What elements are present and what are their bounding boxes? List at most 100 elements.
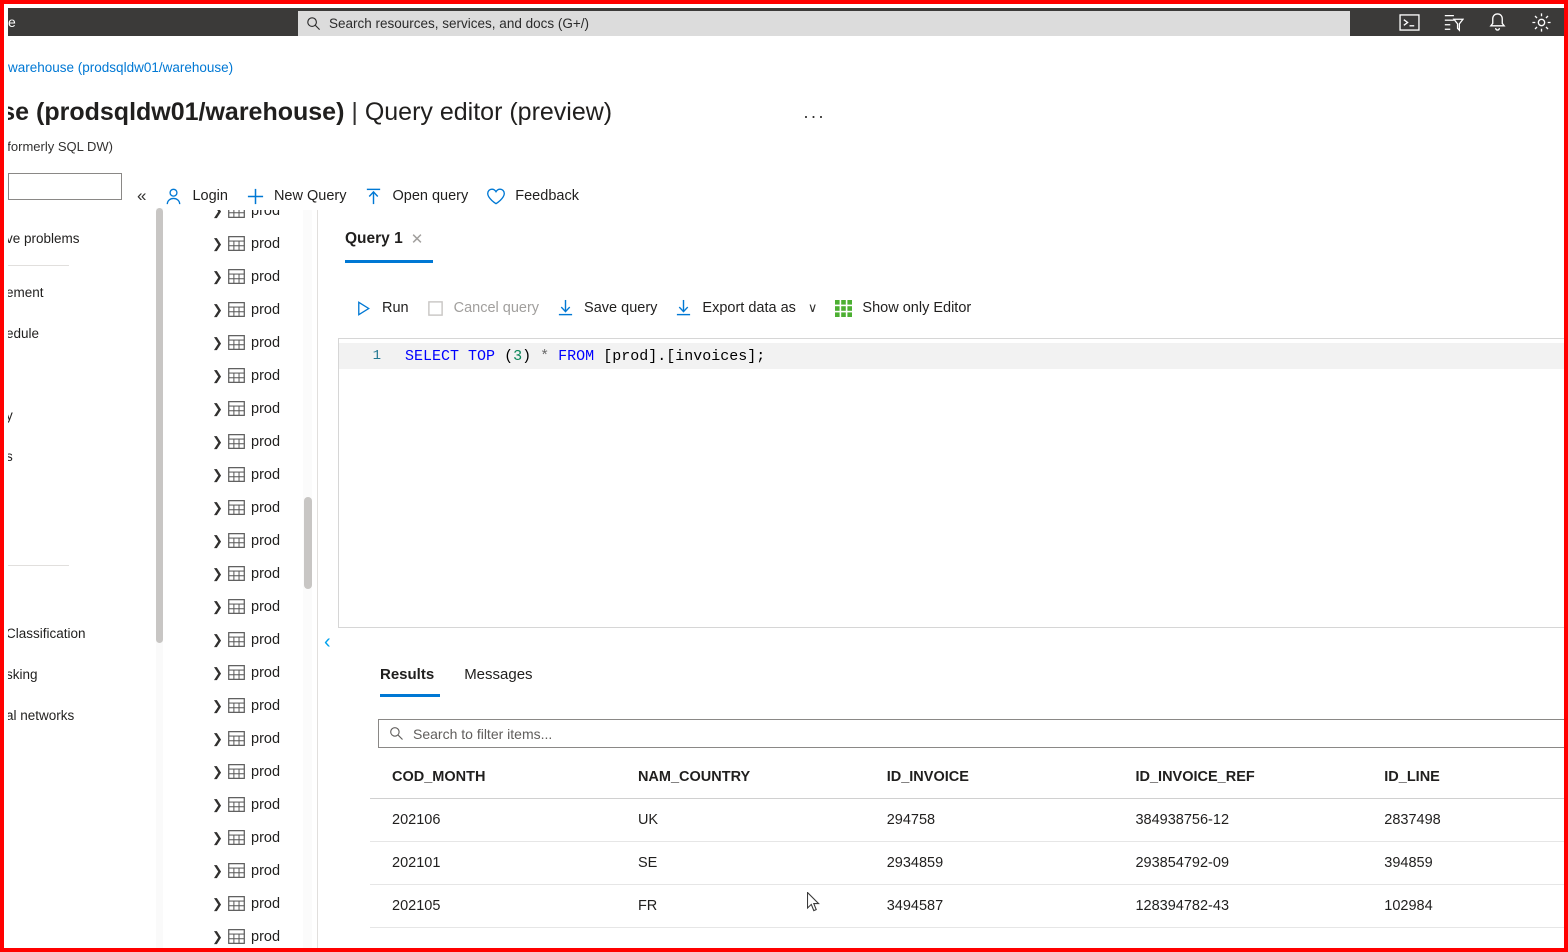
tree-item-table[interactable]: ❯ prod — [168, 920, 318, 948]
chevron-right-icon[interactable]: ❯ — [212, 269, 223, 285]
tab-results[interactable]: Results — [380, 666, 434, 683]
tree-scrollbar-thumb[interactable] — [304, 497, 312, 589]
column-header-id-invoice-ref[interactable]: ID_INVOICE_REF — [1135, 769, 1384, 785]
tab-messages[interactable]: Messages — [464, 666, 532, 683]
tree-item-table[interactable]: ❯ prod — [168, 557, 318, 590]
notifications-bell-icon[interactable] — [1486, 11, 1508, 33]
tree-item-table[interactable]: ❯ prod — [168, 887, 318, 920]
breadcrumb-link-warehouse[interactable]: warehouse (prodsqldw01/warehouse) — [8, 60, 233, 75]
blade-item-6[interactable] — [8, 477, 125, 518]
tree-item-table[interactable]: ❯ prod — [168, 326, 318, 359]
chevron-right-icon[interactable]: ❯ — [212, 929, 223, 945]
blade-scrollbar-thumb[interactable] — [156, 208, 163, 643]
tree-item-table[interactable]: ❯ prod — [168, 458, 318, 491]
blade-item-9[interactable]: Classification — [8, 613, 125, 654]
blade-item-5[interactable]: s — [8, 436, 125, 477]
chevron-right-icon[interactable]: ❯ — [212, 599, 223, 615]
chevron-down-icon[interactable]: ∨ — [808, 300, 818, 316]
tree-item-table[interactable]: ❯ prod — [168, 359, 318, 392]
chevron-right-icon[interactable]: ❯ — [212, 632, 223, 648]
settings-gear-icon[interactable] — [1530, 11, 1552, 33]
tree-item-table[interactable]: ❯ prod — [168, 689, 318, 722]
tree-item-table[interactable]: ❯ prod — [168, 722, 318, 755]
chevron-right-icon[interactable]: ❯ — [212, 335, 223, 351]
blade-item-8[interactable] — [8, 572, 125, 613]
chevron-right-icon[interactable]: ❯ — [212, 434, 223, 450]
table-icon — [228, 467, 245, 482]
column-header-nam-country[interactable]: NAM_COUNTRY — [638, 769, 887, 785]
chevron-right-icon[interactable]: ❯ — [212, 797, 223, 813]
collapse-blade-chevron[interactable]: « — [133, 186, 160, 206]
chevron-right-icon[interactable]: ❯ — [212, 764, 223, 780]
blade-item-10[interactable]: sking — [8, 654, 125, 695]
chevron-right-icon[interactable]: ❯ — [212, 896, 223, 912]
results-filter-input[interactable]: Search to filter items... — [378, 719, 1564, 748]
sql-editor[interactable]: 1 SELECT TOP (3) * FROM [prod].[invoices… — [338, 338, 1564, 628]
chevron-right-icon[interactable]: ❯ — [212, 698, 223, 714]
blade-item-11[interactable]: al networks — [8, 695, 125, 736]
tree-item-table[interactable]: ❯ prod — [168, 425, 318, 458]
open-query-button[interactable]: Open query — [360, 184, 482, 209]
chevron-right-icon[interactable]: ❯ — [212, 566, 223, 582]
feedback-button[interactable]: Feedback — [482, 184, 593, 209]
global-search-input[interactable]: Search resources, services, and docs (G+… — [298, 11, 1350, 36]
chevron-right-icon[interactable]: ❯ — [212, 863, 223, 879]
more-menu-ellipsis[interactable]: ··· — [803, 106, 825, 127]
query-tab[interactable]: Query 1 ✕ — [345, 230, 423, 248]
cloud-shell-icon[interactable] — [1398, 11, 1420, 33]
table-row[interactable]: 202105 FR 3494587 128394782-43 102984 — [370, 885, 1564, 928]
tree-item-table[interactable]: ❯ prod — [168, 590, 318, 623]
blade-item-1[interactable]: ement — [8, 272, 125, 313]
close-icon[interactable]: ✕ — [411, 230, 424, 248]
table-row[interactable]: 202101 SE 2934859 293854792-09 394859 — [370, 842, 1564, 885]
chevron-right-icon[interactable]: ❯ — [212, 236, 223, 252]
chevron-right-icon[interactable]: ❯ — [212, 302, 223, 318]
blade-divider-1 — [8, 265, 69, 266]
tree-item-table[interactable]: ❯ prod — [168, 293, 318, 326]
chevron-right-icon[interactable]: ❯ — [212, 533, 223, 549]
chevron-right-icon[interactable]: ❯ — [212, 500, 223, 516]
chevron-right-icon[interactable]: ❯ — [212, 830, 223, 846]
table-icon — [228, 665, 245, 680]
tree-item-table[interactable]: ❯ prod — [168, 392, 318, 425]
run-button[interactable]: Run — [353, 298, 425, 319]
save-query-button[interactable]: Save query — [555, 297, 673, 319]
chevron-right-icon[interactable]: ❯ — [212, 401, 223, 417]
chevron-right-icon[interactable]: ❯ — [212, 210, 223, 219]
table-icon — [228, 599, 245, 614]
sql-editor-active-line[interactable]: 1 SELECT TOP (3) * FROM [prod].[invoices… — [339, 343, 1564, 369]
tree-item-table[interactable]: ❯ prod — [168, 854, 318, 887]
tree-item-table[interactable]: ❯ prod — [168, 227, 318, 260]
tree-item-table[interactable]: ❯ prod — [168, 755, 318, 788]
show-only-editor-button[interactable]: Show only Editor — [833, 298, 987, 319]
tree-item-table[interactable]: ❯ prod — [168, 524, 318, 557]
tree-item-table[interactable]: ❯ prod — [168, 656, 318, 689]
object-explorer-tree[interactable]: ❯ prod ❯ prod ❯ prod ❯ prod ❯ prod ❯ prod ❯ pro… — [168, 210, 318, 948]
tree-item-table[interactable]: ❯ prod — [168, 260, 318, 293]
column-header-id-invoice[interactable]: ID_INVOICE — [887, 769, 1136, 785]
blade-item-0[interactable]: ve problems — [8, 218, 125, 259]
login-button[interactable]: Login — [160, 184, 241, 209]
tree-item-table[interactable]: ❯ prod — [168, 788, 318, 821]
blade-search-input[interactable] — [8, 173, 122, 200]
tree-item-table[interactable]: ❯ prod — [168, 821, 318, 854]
column-header-id-line[interactable]: ID_LINE — [1384, 769, 1564, 785]
blade-item-4[interactable]: y — [8, 395, 125, 436]
azure-brand-clipped[interactable]: e — [8, 14, 16, 30]
chevron-right-icon[interactable]: ❯ — [212, 467, 223, 483]
new-query-button[interactable]: New Query — [242, 184, 361, 209]
export-data-as-button[interactable]: Export data as ∨ — [673, 297, 833, 319]
collapse-results-chevron[interactable]: ‹ — [324, 631, 331, 654]
tree-item-table[interactable]: ❯ prod — [168, 491, 318, 524]
column-header-cod-month[interactable]: COD_MONTH — [392, 769, 638, 785]
tree-item-table[interactable]: ❯ prod — [168, 623, 318, 656]
chevron-right-icon[interactable]: ❯ — [212, 731, 223, 747]
blade-item-2[interactable]: edule — [8, 313, 125, 354]
blade-item-7[interactable] — [8, 518, 125, 559]
chevron-right-icon[interactable]: ❯ — [212, 368, 223, 384]
directory-filter-icon[interactable] — [1442, 11, 1464, 33]
tree-item-table[interactable]: ❯ prod — [168, 210, 318, 227]
chevron-right-icon[interactable]: ❯ — [212, 665, 223, 681]
table-row[interactable]: 202106 UK 294758 384938756-12 2837498 — [370, 799, 1564, 842]
blade-item-3[interactable] — [8, 354, 125, 395]
